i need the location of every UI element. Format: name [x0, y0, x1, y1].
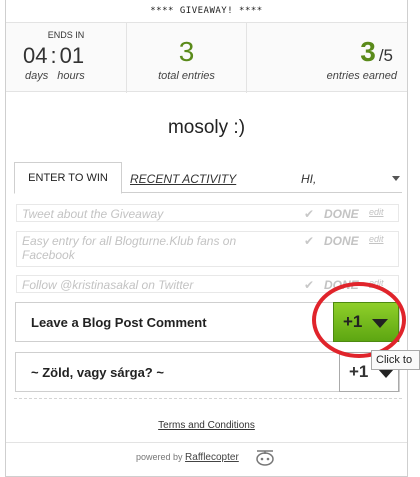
tooltip: Click to	[371, 350, 420, 370]
ends-in-label: ENDS IN	[47, 30, 85, 40]
tab-bar: ENTER TO WIN RECENT ACTIVITY HI,	[14, 162, 402, 194]
powered-by-label: powered by	[136, 452, 183, 462]
divider	[14, 398, 402, 399]
days-value: 04	[23, 43, 48, 68]
check-icon: ✔	[304, 207, 315, 221]
countdown-timer: 04:01	[23, 43, 84, 69]
caret-down-icon	[378, 369, 394, 378]
total-entries-label: total entries	[158, 70, 215, 82]
timer-labels: days hours	[25, 70, 94, 82]
rafflecopter-link[interactable]: Rafflecopter	[185, 452, 239, 463]
timer-separator: :	[50, 43, 57, 68]
entry-done-text: Tweet about the Giveaway	[22, 207, 164, 221]
user-greeting[interactable]: HI,	[301, 172, 316, 186]
rafflecopter-logo-icon	[256, 450, 274, 466]
entries-earned-max: /5	[378, 46, 393, 65]
edit-link[interactable]: edit	[369, 234, 384, 244]
entries-earned-value: 3	[360, 36, 376, 67]
highlight-circle	[312, 282, 406, 358]
plus-one-label: +1	[349, 362, 369, 381]
hours-label: hours	[57, 70, 85, 82]
edit-link[interactable]: edit	[369, 207, 384, 217]
entry-option-label: Leave a Blog Post Comment	[31, 315, 207, 330]
entries-earned-stat: 3/5 entries earned	[247, 23, 409, 93]
entry-option-label: ~ Zöld, vagy sárga? ~	[31, 365, 164, 380]
entry-done-text: Follow @kristinasakal on Twitter	[22, 278, 194, 292]
prize-title: mosoly :)	[167, 117, 246, 138]
chevron-down-icon[interactable]	[392, 176, 400, 181]
terms-link[interactable]: Terms and Conditions	[6, 420, 407, 431]
total-entries-value: 3	[178, 36, 195, 67]
check-icon: ✔	[304, 278, 315, 292]
entries-earned-count: 3/5	[360, 36, 393, 68]
total-entries-stat: 3 total entries	[127, 23, 247, 93]
entries-earned-label: entries earned	[326, 70, 397, 82]
stats-bar: ENDS IN 04:01 days hours 3 total entries …	[6, 22, 409, 93]
days-label: days	[25, 70, 49, 82]
entry-done-text: Easy entry for all Blogturne.Klub fans o…	[22, 234, 237, 262]
tab-recent-activity[interactable]: RECENT ACTIVITY	[130, 172, 236, 186]
ends-in-stat: ENDS IN 04:01 days hours	[6, 23, 127, 93]
giveaway-widget: **** GIVEAWAY! **** ENDS IN 04:01 days ho…	[5, 0, 408, 477]
tab-enter-to-win[interactable]: ENTER TO WIN	[14, 162, 122, 194]
entry-option-row[interactable]: ~ Zöld, vagy sárga? ~ +1	[15, 352, 400, 392]
giveaway-title: **** GIVEAWAY! ****	[150, 6, 263, 16]
check-icon: ✔	[304, 234, 315, 248]
powered-by: powered by Rafflecopter	[136, 452, 239, 463]
entry-done-row[interactable]: Easy entry for all Blogturne.Klub fans o…	[16, 231, 399, 267]
done-label: DONE	[324, 207, 359, 221]
done-label: DONE	[324, 234, 359, 248]
hours-value: 01	[59, 43, 85, 68]
divider	[6, 442, 407, 443]
entry-done-row[interactable]: Tweet about the Giveaway ✔ DONE edit	[16, 204, 399, 222]
